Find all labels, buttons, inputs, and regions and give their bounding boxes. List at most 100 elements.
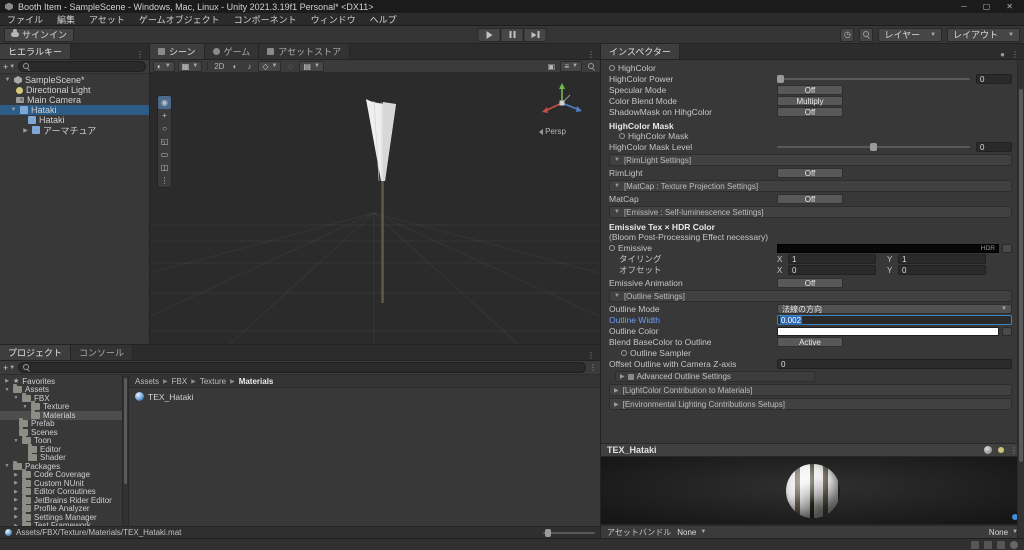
breadcrumb-materials[interactable]: Materials [239, 377, 274, 386]
emissive-hdr-color-field[interactable]: HDR [777, 244, 999, 253]
minimize-button[interactable]: ─ [961, 2, 967, 11]
lighting-toggle[interactable]: ◖ [228, 61, 240, 72]
tab-game[interactable]: ゲーム [205, 44, 260, 59]
panel-menu-icon[interactable]: ⋮ [1011, 50, 1019, 59]
menu-window[interactable]: ウィンドウ [304, 13, 363, 25]
audio-toggle[interactable]: ♪ [243, 61, 255, 72]
transform-tool-button[interactable]: ◫ [158, 161, 171, 174]
hierarchy-item-armature[interactable]: ▶ アーマチュア [0, 125, 149, 135]
hidden-objects-toggle[interactable]: ◌ [284, 61, 296, 72]
create-asset-button[interactable]: +▼ [3, 363, 15, 373]
tree-item-fbx[interactable]: ▼ FBX [0, 394, 122, 403]
emissive-settings-foldout[interactable]: ▼[Emissive : Self-luminescence Settings] [609, 206, 1012, 218]
tab-inspector[interactable]: インスペクター [601, 44, 680, 59]
hierarchy-item-main-camera[interactable]: Main Camera [0, 95, 149, 105]
console-error-icon[interactable] [997, 541, 1005, 549]
eyedropper-icon[interactable] [1002, 327, 1012, 336]
maximize-button[interactable]: ▢ [983, 2, 991, 11]
rect-tool-button[interactable]: ▭ [158, 148, 171, 161]
step-button[interactable] [524, 28, 547, 42]
asset-item-tex-hataki[interactable]: TEX_Hataki [135, 391, 594, 402]
outline-mode-dropdown[interactable]: 法線の方向▼ [777, 304, 1012, 314]
hierarchy-item-hataki[interactable]: ▼ Hataki [0, 105, 149, 115]
matcap-settings-foldout[interactable]: ▼[MatCap : Texture Projection Settings] [609, 180, 1012, 192]
panel-menu-icon[interactable]: ⋮ [587, 50, 595, 59]
matcap-toggle[interactable]: Off [777, 194, 843, 204]
hierarchy-item-directional-light[interactable]: Directional Light [0, 85, 149, 95]
tree-item-toon[interactable]: ▼ Toon [0, 437, 122, 446]
breadcrumb-texture[interactable]: Texture [200, 377, 226, 386]
tree-item-package[interactable]: ▶ Profile Analyzer [0, 505, 122, 514]
rotate-tool-button[interactable]: ○ [158, 122, 171, 135]
outline-width-input[interactable]: 0.002 [777, 315, 1012, 325]
search-button[interactable] [859, 28, 873, 42]
lock-icon[interactable]: ● [1000, 50, 1005, 59]
tab-console[interactable]: コンソール [71, 345, 133, 360]
emissive-animation-toggle[interactable]: Off [777, 278, 843, 288]
scene-viewport[interactable]: ◉ + ○ ◱ ▭ ◫ ⋮ [150, 73, 600, 344]
grid-dropdown[interactable]: ▤▼ [299, 61, 324, 72]
2d-toggle[interactable]: 2D [213, 61, 225, 72]
material-preview-header[interactable]: TEX_Hataki ⋮ [601, 443, 1024, 457]
play-button[interactable] [478, 28, 501, 42]
project-tree-scrollbar[interactable] [122, 375, 129, 526]
foldout-icon[interactable]: ▼ [4, 77, 11, 83]
project-options-icon[interactable]: ⋮ [589, 363, 597, 372]
hierarchy-item-scene[interactable]: ▼ SampleScene* [0, 75, 149, 85]
panel-menu-icon[interactable]: ⋮ [136, 50, 144, 59]
menu-component[interactable]: コンポーネント [227, 13, 304, 25]
scene-search-icon[interactable] [585, 61, 597, 72]
tree-item-texture[interactable]: ▼ Texture [0, 403, 122, 412]
menu-edit[interactable]: 編集 [50, 13, 82, 25]
console-warning-icon[interactable] [984, 541, 992, 549]
tree-item-assets[interactable]: ▼ Assets [0, 386, 122, 395]
tree-item-shader[interactable]: Shader [0, 454, 122, 463]
texture-slot-icon[interactable] [619, 133, 625, 139]
preview-shape-icon[interactable] [984, 446, 992, 454]
offset-x-input[interactable]: 0 [788, 265, 876, 275]
scale-tool-button[interactable]: ◱ [158, 135, 171, 148]
blend-basecolor-toggle[interactable]: Active [777, 337, 843, 347]
hierarchy-search-input[interactable] [18, 61, 146, 72]
effects-dropdown[interactable]: ◇▼ [258, 61, 281, 72]
pause-button[interactable] [501, 28, 524, 42]
eyedropper-icon[interactable] [1002, 244, 1012, 253]
menu-gameobject[interactable]: ゲームオブジェクト [132, 13, 227, 25]
lightcolor-contribution-foldout[interactable]: ▶[LightColor Contribution to Materials] [609, 384, 1012, 396]
move-tool-button[interactable]: + [158, 109, 171, 122]
tree-item-package[interactable]: ▶ Code Coverage [0, 471, 122, 480]
orientation-gizmo[interactable] [536, 79, 588, 127]
tab-hierarchy[interactable]: ヒエラルキー [0, 44, 71, 59]
tree-item-scenes[interactable]: Scenes [0, 428, 122, 437]
layers-dropdown[interactable]: レイヤー▼ [878, 28, 942, 42]
add-object-button[interactable]: +▼ [3, 62, 15, 72]
advanced-outline-foldout[interactable]: ▶ Advanced Outline Settings [615, 371, 815, 382]
background-tasks-icon[interactable] [1010, 541, 1018, 549]
texture-slot-icon[interactable] [621, 350, 627, 356]
shadowmask-toggle[interactable]: Off [777, 107, 843, 117]
undo-history-icon[interactable]: ◷ [840, 28, 854, 42]
tab-project[interactable]: プロジェクト [0, 345, 71, 360]
texture-slot-icon[interactable] [609, 245, 615, 251]
layout-dropdown[interactable]: レイアウト▼ [947, 28, 1020, 42]
tab-scene[interactable]: シーン [150, 44, 205, 59]
foldout-icon[interactable]: ▶ [22, 127, 29, 134]
console-log-icon[interactable] [971, 541, 979, 549]
camera-settings-icon[interactable]: ▣ [545, 61, 557, 72]
outline-settings-foldout[interactable]: ▼[Outline Settings] [609, 290, 1012, 302]
view-tool-button[interactable]: ◉ [158, 96, 171, 109]
inspector-scrollbar[interactable] [1017, 60, 1024, 538]
tree-item-favorites[interactable]: ▶★ Favorites [0, 377, 122, 386]
tab-asset-store[interactable]: アセットストア [259, 44, 350, 59]
highcolor-power-slider[interactable] [777, 78, 970, 80]
foldout-icon[interactable]: ▼ [10, 107, 17, 113]
tree-item-editor[interactable]: Editor [0, 445, 122, 454]
assetbundle-name-dropdown[interactable]: None▼ [677, 528, 706, 537]
draw-mode-dropdown[interactable]: ▦▼ [178, 61, 203, 72]
tree-item-package[interactable]: ▶ Editor Coroutines [0, 488, 122, 497]
highcolor-power-value[interactable]: 0 [976, 74, 1012, 84]
shading-mode-dropdown[interactable]: ◐▼ [153, 61, 175, 72]
close-button[interactable]: ✕ [1006, 2, 1013, 11]
menu-assets[interactable]: アセット [82, 13, 132, 25]
specular-mode-toggle[interactable]: Off [777, 85, 843, 95]
